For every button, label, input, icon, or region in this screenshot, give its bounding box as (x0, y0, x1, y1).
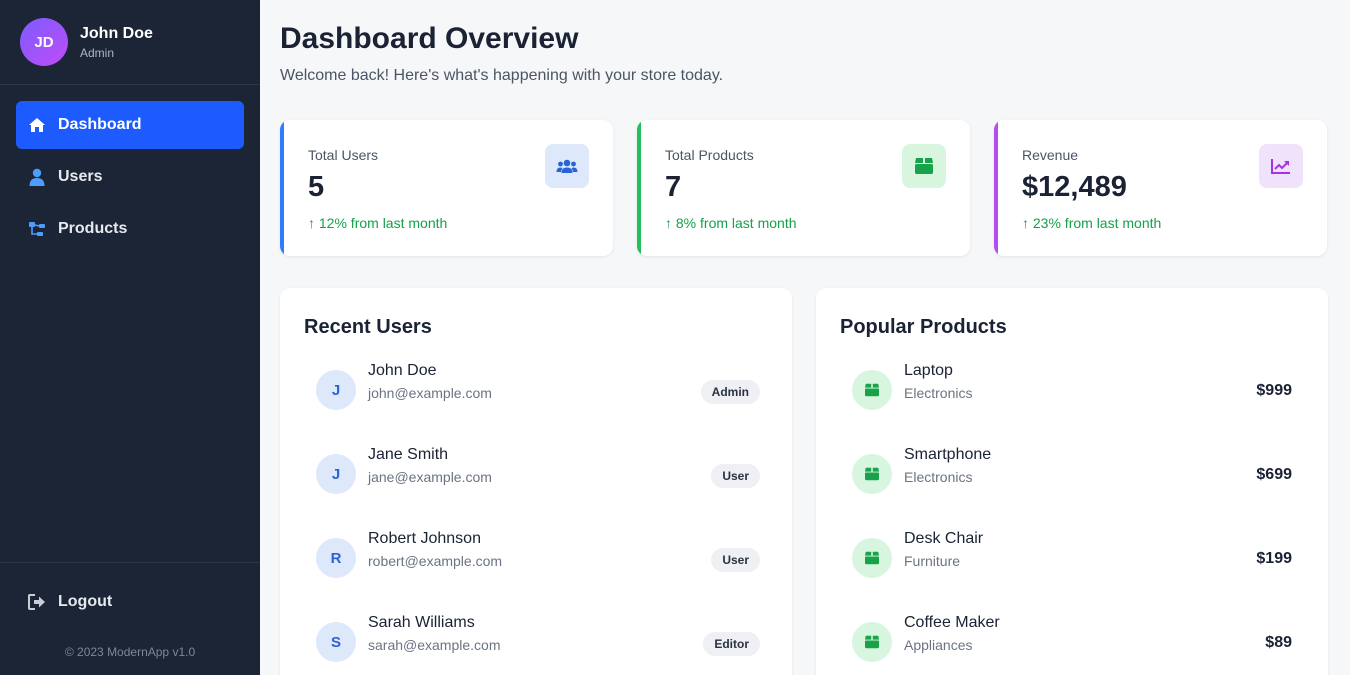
product-price: $199 (1256, 550, 1292, 567)
sidebar-item-users[interactable]: Users (16, 153, 244, 201)
stat-value: 5 (308, 171, 325, 203)
product-category: Furniture (904, 553, 961, 569)
logout-label: Logout (58, 593, 113, 610)
avatar: J (316, 370, 356, 410)
user-name: Robert Johnson (368, 530, 481, 547)
product-category: Appliances (904, 637, 973, 653)
accent-bar (637, 120, 641, 256)
user-email: sarah@example.com (368, 637, 501, 653)
stat-card-total-products[interactable]: Total Products 7 ↑ 8% from last month (637, 120, 970, 256)
stat-label: Total Products (665, 147, 754, 163)
product-name: Coffee Maker (904, 614, 1000, 631)
panel-title: Recent Users (304, 316, 432, 338)
user-email: robert@example.com (368, 553, 503, 569)
product-name: Smartphone (904, 446, 992, 463)
product-category: Electronics (904, 385, 973, 401)
product-price: $999 (1256, 382, 1292, 399)
sitemap-icon (28, 220, 46, 238)
avatar: S (316, 622, 356, 662)
product-price: $699 (1256, 466, 1292, 483)
popular-products-panel: Popular Products Laptop Electronics $999… (816, 288, 1328, 675)
avatar[interactable]: JD (20, 18, 68, 66)
user-name: Sarah Williams (368, 614, 475, 631)
product-price: $89 (1265, 634, 1292, 651)
user-email: john@example.com (368, 385, 492, 401)
list-item[interactable]: Smartphone Electronics $699 (840, 446, 1304, 502)
role-badge: Editor (703, 632, 760, 656)
user-name: Jane Smith (368, 446, 449, 463)
avatar: R (316, 538, 356, 578)
role-badge: Admin (700, 380, 760, 404)
role-badge: User (711, 464, 760, 488)
avatar: J (316, 454, 356, 494)
users-icon (545, 144, 589, 188)
stat-change: ↑ 8% from last month (665, 215, 797, 231)
page-subtitle: Welcome back! Here's what's happening wi… (280, 67, 724, 84)
stat-label: Revenue (1022, 147, 1079, 163)
sidebar-item-dashboard[interactable]: Dashboard (16, 101, 244, 149)
stat-change: ↑ 23% from last month (1022, 215, 1162, 231)
stat-value: $12,489 (1022, 171, 1127, 203)
product-name: Laptop (904, 362, 953, 379)
role-badge: User (711, 548, 760, 572)
copyright: © 2023 ModernApp v1.0 (64, 645, 196, 659)
product-name: Desk Chair (904, 530, 984, 547)
logout-icon (28, 593, 46, 611)
box-icon (852, 454, 892, 494)
user-icon (28, 168, 46, 186)
sidebar: JD John Doe Admin Dashboard Users Produc… (0, 0, 260, 675)
main-content: Dashboard Overview Welcome back! Here's … (260, 0, 1350, 675)
box-icon (852, 622, 892, 662)
user-name: John Doe (368, 362, 437, 379)
list-item[interactable]: Desk Chair Furniture $199 (840, 530, 1304, 586)
user-email: jane@example.com (368, 469, 492, 485)
user-profile[interactable]: JD John Doe Admin (0, 0, 260, 85)
logout-button[interactable]: Logout (28, 593, 112, 611)
box-icon (852, 370, 892, 410)
sidebar-item-products[interactable]: Products (16, 205, 244, 253)
stat-label: Total Users (308, 147, 379, 163)
accent-bar (280, 120, 284, 256)
panel-title: Popular Products (840, 316, 1007, 338)
box-icon (902, 144, 946, 188)
profile-name: John Doe (80, 24, 153, 42)
list-item[interactable]: Laptop Electronics $999 (840, 362, 1304, 418)
product-category: Electronics (904, 469, 973, 485)
profile-text: John Doe Admin (80, 25, 153, 60)
list-item[interactable]: J John Doe john@example.com Admin (304, 362, 768, 418)
list-item[interactable]: S Sarah Williams sarah@example.com Edito… (304, 614, 768, 670)
sidebar-nav: Dashboard Users Products (0, 85, 260, 253)
stat-card-revenue[interactable]: Revenue $12,489 ↑ 23% from last month (994, 120, 1327, 256)
sidebar-item-label: Products (58, 220, 128, 237)
list-item[interactable]: R Robert Johnson robert@example.com User (304, 530, 768, 586)
sidebar-footer: Logout © 2023 ModernApp v1.0 (0, 562, 260, 675)
recent-users-panel: Recent Users J John Doe john@example.com… (280, 288, 792, 675)
chart-line-icon (1259, 144, 1303, 188)
list-item[interactable]: Coffee Maker Appliances $89 (840, 614, 1304, 670)
sidebar-item-label: Dashboard (58, 116, 142, 133)
box-icon (852, 538, 892, 578)
page-title: Dashboard Overview (280, 22, 579, 55)
sidebar-item-label: Users (58, 168, 103, 185)
stat-value: 7 (665, 171, 682, 203)
stat-change: ↑ 12% from last month (308, 215, 448, 231)
profile-role: Admin (80, 45, 115, 60)
accent-bar (994, 120, 998, 256)
home-icon (28, 116, 46, 134)
list-item[interactable]: J Jane Smith jane@example.com User (304, 446, 768, 502)
stat-card-total-users[interactable]: Total Users 5 ↑ 12% from last month (280, 120, 613, 256)
